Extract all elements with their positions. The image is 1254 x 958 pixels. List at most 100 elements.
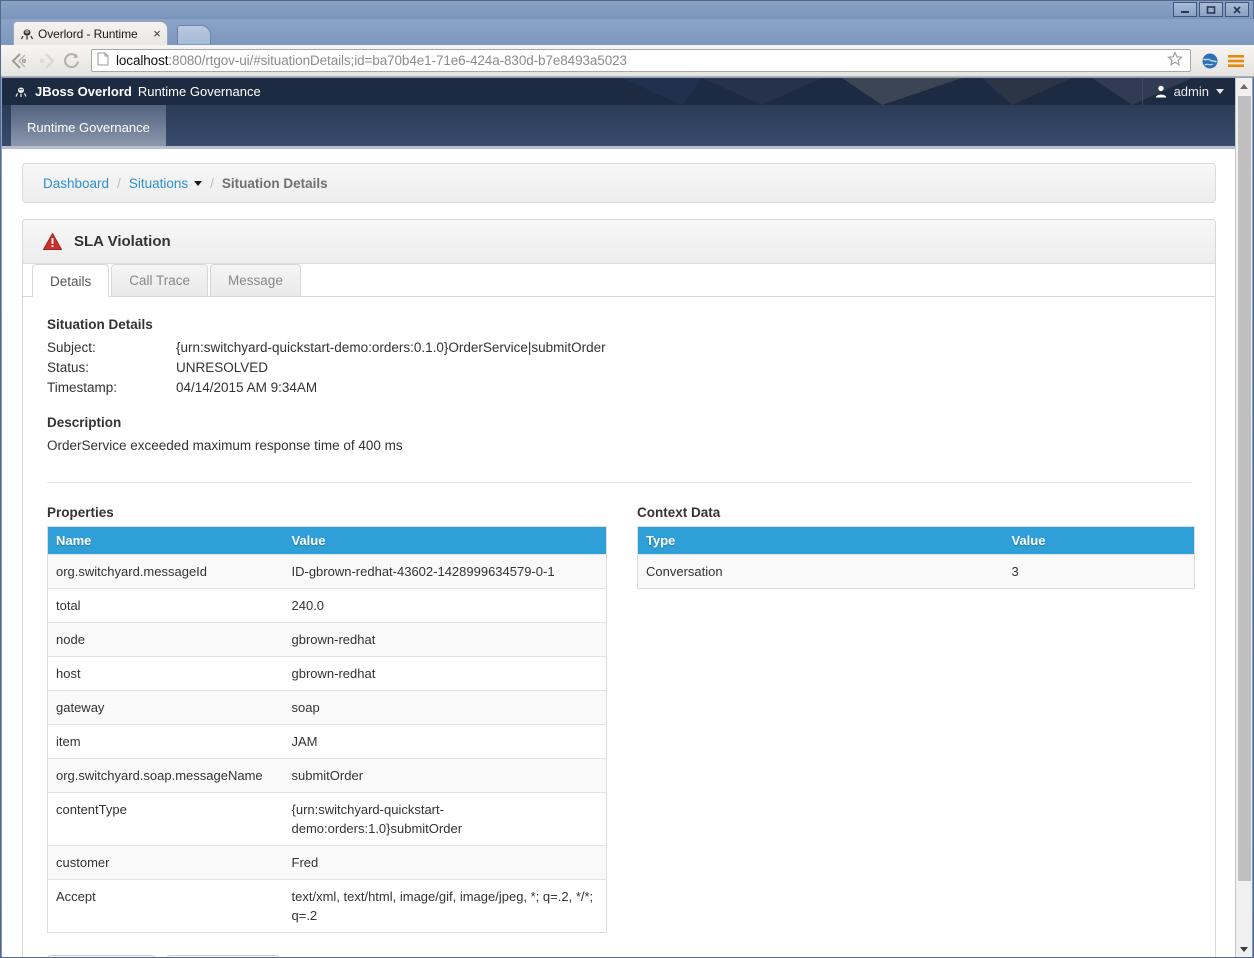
context-data-table-head: Type Value bbox=[638, 527, 1195, 555]
nav-tab-runtime-governance[interactable]: Runtime Governance bbox=[11, 105, 166, 149]
breadcrumb-situations[interactable]: Situations bbox=[129, 176, 202, 191]
field-subject-value: {urn:switchyard-quickstart-demo:orders:0… bbox=[176, 338, 1191, 358]
table-cell-value: gbrown-redhat bbox=[284, 623, 607, 657]
new-tab-button[interactable] bbox=[177, 25, 211, 44]
context-col-type[interactable]: Type bbox=[638, 527, 1004, 555]
table-row: gatewaysoap bbox=[48, 691, 607, 725]
bookmark-star-icon[interactable] bbox=[1167, 51, 1185, 70]
action-buttons: Assign To Me Start Progress bbox=[23, 933, 1215, 957]
table-cell-value: {urn:switchyard-quickstart-demo:orders:1… bbox=[284, 793, 607, 846]
address-bar[interactable]: localhost:8080/rtgov-ui/#situationDetail… bbox=[91, 49, 1191, 72]
page-viewport: JBoss Overlord Runtime Governance admin bbox=[2, 78, 1236, 957]
app-brand: JBoss Overlord Runtime Governance bbox=[14, 78, 261, 105]
properties-col-name[interactable]: Name bbox=[48, 527, 284, 555]
table-header-row: Type Value bbox=[638, 527, 1195, 555]
table-cell-value: JAM bbox=[284, 725, 607, 759]
tables-row: Properties Name Value org.switchyard.mes… bbox=[47, 505, 1191, 933]
start-progress-button[interactable]: Start Progress bbox=[166, 955, 280, 957]
chevron-down-icon bbox=[194, 181, 202, 186]
reload-icon[interactable] bbox=[59, 48, 85, 74]
browser-tab[interactable]: Overlord - Runtime × bbox=[13, 21, 168, 45]
browser-window: Overlord - Runtime × bbox=[0, 0, 1254, 958]
tab-details[interactable]: Details bbox=[32, 264, 109, 297]
breadcrumb-situations-label: Situations bbox=[129, 176, 188, 191]
page-title: SLA Violation bbox=[74, 233, 171, 250]
situation-panel: SLA Violation Details Call Trace Message… bbox=[22, 219, 1216, 957]
context-data-section: Context Data Type Value Conversation3 bbox=[637, 505, 1195, 933]
table-cell-value: ID-gbrown-redhat-43602-1428999634579-0-1 bbox=[284, 555, 607, 589]
table-row: hostgbrown-redhat bbox=[48, 657, 607, 691]
browser-tabstrip: Overlord - Runtime × bbox=[1, 19, 1254, 45]
table-cell-value: submitOrder bbox=[284, 759, 607, 793]
table-row: org.switchyard.messageIdID-gbrown-redhat… bbox=[48, 555, 607, 589]
field-subject: Subject: {urn:switchyard-quickstart-demo… bbox=[47, 338, 1191, 358]
description-heading: Description bbox=[47, 415, 1191, 430]
table-row: contentType{urn:switchyard-quickstart-de… bbox=[48, 793, 607, 846]
table-cell-key: node bbox=[48, 623, 284, 657]
context-data-heading: Context Data bbox=[637, 505, 1195, 520]
jboss-favicon-icon bbox=[20, 27, 34, 41]
table-cell-key: Conversation bbox=[638, 555, 1004, 589]
back-icon[interactable] bbox=[7, 48, 33, 74]
assign-to-me-button[interactable]: Assign To Me bbox=[47, 955, 156, 957]
scroll-up-icon[interactable] bbox=[1236, 78, 1252, 94]
breadcrumb-separator: / bbox=[210, 176, 214, 191]
globe-icon[interactable] bbox=[1197, 48, 1223, 74]
nav-background-graphic bbox=[2, 105, 1236, 149]
address-bar-text: localhost:8080/rtgov-ui/#situationDetail… bbox=[116, 53, 1167, 68]
table-cell-value: 240.0 bbox=[284, 589, 607, 623]
table-cell-key: org.switchyard.soap.messageName bbox=[48, 759, 284, 793]
table-row: total240.0 bbox=[48, 589, 607, 623]
table-cell-key: contentType bbox=[48, 793, 284, 846]
tab-call-trace-label: Call Trace bbox=[129, 273, 190, 288]
breadcrumb-dashboard[interactable]: Dashboard bbox=[43, 176, 109, 191]
properties-table-body: org.switchyard.messageIdID-gbrown-redhat… bbox=[48, 555, 607, 933]
nav-tab-label: Runtime Governance bbox=[27, 120, 150, 135]
brand-subtitle: Runtime Governance bbox=[138, 84, 261, 99]
breadcrumb-current: Situation Details bbox=[222, 176, 328, 191]
scroll-down-icon[interactable] bbox=[1236, 941, 1252, 957]
situation-details-heading: Situation Details bbox=[47, 317, 1191, 332]
properties-col-value[interactable]: Value bbox=[284, 527, 607, 555]
app-nav-bar: Runtime Governance bbox=[2, 105, 1236, 149]
section-divider bbox=[47, 482, 1191, 483]
user-menu[interactable]: admin bbox=[1142, 78, 1230, 105]
scrollbar-thumb[interactable] bbox=[1238, 96, 1251, 881]
brand-name: JBoss Overlord bbox=[35, 84, 132, 99]
context-col-value[interactable]: Value bbox=[1004, 527, 1195, 555]
maximize-button[interactable] bbox=[1199, 2, 1223, 17]
field-status: Status: UNRESOLVED bbox=[47, 358, 1191, 378]
user-menu-label: admin bbox=[1174, 84, 1209, 99]
minimize-button[interactable] bbox=[1173, 2, 1197, 17]
properties-heading: Properties bbox=[47, 505, 607, 520]
breadcrumb: Dashboard / Situations / Situation Detai… bbox=[22, 163, 1216, 203]
context-data-table-body: Conversation3 bbox=[638, 555, 1195, 589]
table-cell-key: gateway bbox=[48, 691, 284, 725]
chevron-down-icon bbox=[1216, 89, 1224, 94]
page-scrollbar[interactable] bbox=[1235, 78, 1252, 957]
field-timestamp-value: 04/14/2015 AM 9:34AM bbox=[176, 378, 1191, 398]
user-icon bbox=[1155, 85, 1167, 98]
field-timestamp: Timestamp: 04/14/2015 AM 9:34AM bbox=[47, 378, 1191, 398]
table-cell-value: Fred bbox=[284, 846, 607, 880]
description-section: Description OrderService exceeded maximu… bbox=[47, 415, 1191, 456]
forward-icon bbox=[33, 48, 59, 74]
panel-header: SLA Violation bbox=[23, 220, 1215, 264]
properties-section: Properties Name Value org.switchyard.mes… bbox=[47, 505, 607, 933]
tab-call-trace[interactable]: Call Trace bbox=[111, 264, 208, 296]
close-button[interactable] bbox=[1225, 2, 1249, 17]
panel-tabs: Details Call Trace Message bbox=[23, 264, 1215, 297]
table-row: nodegbrown-redhat bbox=[48, 623, 607, 657]
context-data-table: Type Value Conversation3 bbox=[637, 526, 1195, 589]
table-cell-key: Accept bbox=[48, 880, 284, 933]
tab-close-icon[interactable]: × bbox=[151, 27, 163, 40]
table-cell-value: text/xml, text/html, image/gif, image/jp… bbox=[284, 880, 607, 933]
description-text: OrderService exceeded maximum response t… bbox=[47, 436, 1191, 456]
table-cell-key: total bbox=[48, 589, 284, 623]
tab-message[interactable]: Message bbox=[210, 264, 301, 296]
hamburger-menu-icon[interactable] bbox=[1223, 48, 1249, 74]
table-cell-value: 3 bbox=[1004, 555, 1195, 589]
app-header: JBoss Overlord Runtime Governance admin bbox=[2, 78, 1236, 105]
field-timestamp-label: Timestamp: bbox=[47, 378, 176, 398]
window-titlebar bbox=[1, 1, 1253, 19]
